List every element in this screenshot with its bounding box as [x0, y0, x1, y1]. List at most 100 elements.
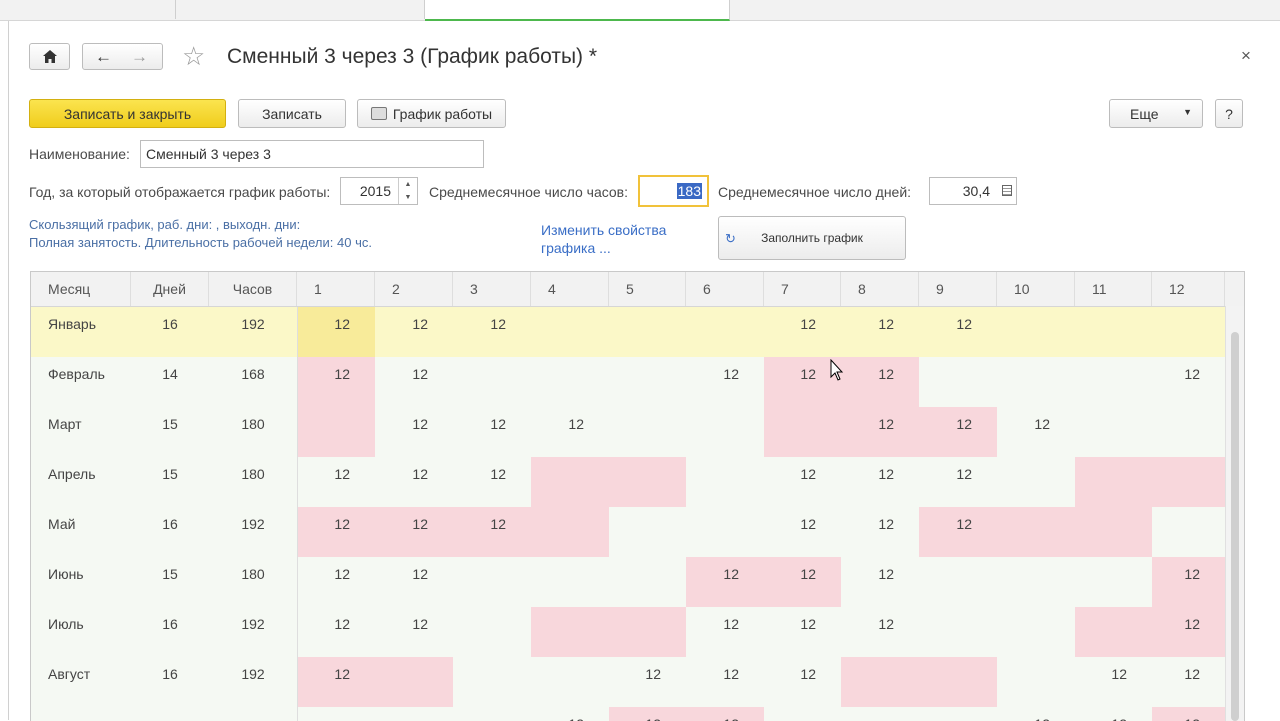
day-cell[interactable]: [531, 607, 609, 657]
column-header[interactable]: 5: [609, 272, 686, 306]
month-cell[interactable]: [31, 707, 131, 721]
column-header[interactable]: 7: [764, 272, 841, 306]
column-header[interactable]: 6: [686, 272, 764, 306]
table-row[interactable]: Июнь 15 180 12 12 12 12 12 12: [31, 557, 1225, 607]
day-cell[interactable]: 12: [453, 457, 531, 507]
column-header[interactable]: Дней: [131, 272, 209, 306]
day-cell[interactable]: 12: [764, 557, 841, 607]
day-cell[interactable]: 12: [453, 507, 531, 557]
column-header[interactable]: Часов: [209, 272, 297, 306]
day-cell[interactable]: [997, 607, 1075, 657]
day-cell[interactable]: [1152, 307, 1225, 357]
day-cell[interactable]: 12: [1075, 707, 1152, 721]
day-cell[interactable]: [1075, 407, 1152, 457]
table-row[interactable]: Июль 16 192 12 12 12 12 12 12: [31, 607, 1225, 657]
day-cell[interactable]: [1152, 407, 1225, 457]
day-cell[interactable]: 12: [1152, 657, 1225, 707]
day-cell[interactable]: 12: [375, 357, 453, 407]
day-cell[interactable]: [919, 607, 997, 657]
days-cell[interactable]: 16: [131, 657, 209, 707]
column-header[interactable]: 9: [919, 272, 997, 306]
days-cell[interactable]: 16: [131, 307, 209, 357]
day-cell[interactable]: 12: [764, 657, 841, 707]
month-cell[interactable]: Май: [31, 507, 131, 557]
day-cell[interactable]: [297, 707, 375, 721]
day-cell[interactable]: [764, 407, 841, 457]
day-cell[interactable]: 12: [1152, 357, 1225, 407]
day-cell[interactable]: 12: [764, 457, 841, 507]
day-cell[interactable]: 12: [764, 607, 841, 657]
day-cell[interactable]: [375, 707, 453, 721]
day-cell[interactable]: 12: [841, 607, 919, 657]
save-and-close-button[interactable]: Записать и закрыть: [29, 99, 226, 128]
month-cell[interactable]: Апрель: [31, 457, 131, 507]
table-row[interactable]: Февраль 14 168 12 12 12 12 12 12: [31, 357, 1225, 407]
day-cell[interactable]: 12: [297, 557, 375, 607]
month-cell[interactable]: Январь: [31, 307, 131, 357]
day-cell[interactable]: 12: [764, 307, 841, 357]
day-cell[interactable]: [1075, 457, 1152, 507]
save-button[interactable]: Записать: [238, 99, 346, 128]
hours-cell[interactable]: 192: [209, 507, 297, 557]
day-cell[interactable]: 12: [686, 657, 764, 707]
month-cell[interactable]: Февраль: [31, 357, 131, 407]
day-cell[interactable]: [997, 307, 1075, 357]
top-tab-2[interactable]: [176, 0, 425, 19]
day-cell[interactable]: 12: [1152, 557, 1225, 607]
day-cell[interactable]: [531, 357, 609, 407]
day-cell[interactable]: [609, 307, 686, 357]
day-cell[interactable]: 12: [1152, 607, 1225, 657]
day-cell[interactable]: [609, 407, 686, 457]
day-cell[interactable]: 12: [297, 457, 375, 507]
month-cell[interactable]: Июнь: [31, 557, 131, 607]
day-cell[interactable]: [453, 607, 531, 657]
column-header[interactable]: 8: [841, 272, 919, 306]
more-button[interactable]: Еще ▼: [1109, 99, 1203, 128]
day-cell[interactable]: 12: [764, 507, 841, 557]
day-cell[interactable]: 12: [375, 557, 453, 607]
hours-cell[interactable]: 180: [209, 457, 297, 507]
day-cell[interactable]: [453, 357, 531, 407]
days-cell[interactable]: 16: [131, 607, 209, 657]
day-cell[interactable]: 12: [686, 607, 764, 657]
day-cell[interactable]: 12: [841, 557, 919, 607]
days-cell[interactable]: [131, 707, 209, 721]
table-row[interactable]: Март 15 180 12 12 12 12 12 12: [31, 407, 1225, 457]
day-cell[interactable]: 12: [841, 307, 919, 357]
day-cell[interactable]: 12: [997, 707, 1075, 721]
day-cell[interactable]: [997, 507, 1075, 557]
year-field[interactable]: 2015 ▲ ▼: [340, 177, 418, 205]
forward-arrow-icon[interactable]: →: [131, 47, 148, 67]
day-cell[interactable]: 12: [531, 707, 609, 721]
day-cell[interactable]: 12: [841, 457, 919, 507]
column-header[interactable]: 10: [997, 272, 1075, 306]
day-cell[interactable]: 12: [1075, 657, 1152, 707]
day-cell[interactable]: 12: [1152, 707, 1225, 721]
day-cell[interactable]: [997, 357, 1075, 407]
day-cell[interactable]: [686, 407, 764, 457]
table-row[interactable]: Август 16 192 12 12 12 12 12 12: [31, 657, 1225, 707]
fill-schedule-button[interactable]: ↻ Заполнить график: [718, 216, 906, 260]
day-cell[interactable]: [531, 507, 609, 557]
day-cell[interactable]: [453, 657, 531, 707]
back-arrow-icon[interactable]: ←: [95, 47, 112, 67]
day-cell[interactable]: [609, 357, 686, 407]
table-row[interactable]: 121212121212: [31, 707, 1225, 721]
year-spinner-icon[interactable]: ▲ ▼: [398, 178, 417, 204]
day-cell[interactable]: [997, 657, 1075, 707]
day-cell[interactable]: 12: [297, 657, 375, 707]
day-cell[interactable]: [841, 657, 919, 707]
favorite-star-icon[interactable]: ☆: [182, 41, 205, 72]
day-cell[interactable]: [686, 507, 764, 557]
day-cell[interactable]: 12: [841, 507, 919, 557]
help-button[interactable]: ?: [1215, 99, 1243, 128]
column-header[interactable]: 12: [1152, 272, 1225, 306]
calculator-icon[interactable]: [1002, 185, 1012, 196]
print-schedule-button[interactable]: График работы: [357, 99, 506, 128]
hours-cell[interactable]: 180: [209, 557, 297, 607]
day-cell[interactable]: 12: [686, 557, 764, 607]
day-cell[interactable]: 12: [919, 507, 997, 557]
day-cell[interactable]: [609, 507, 686, 557]
day-cell[interactable]: [453, 557, 531, 607]
day-cell[interactable]: [531, 557, 609, 607]
